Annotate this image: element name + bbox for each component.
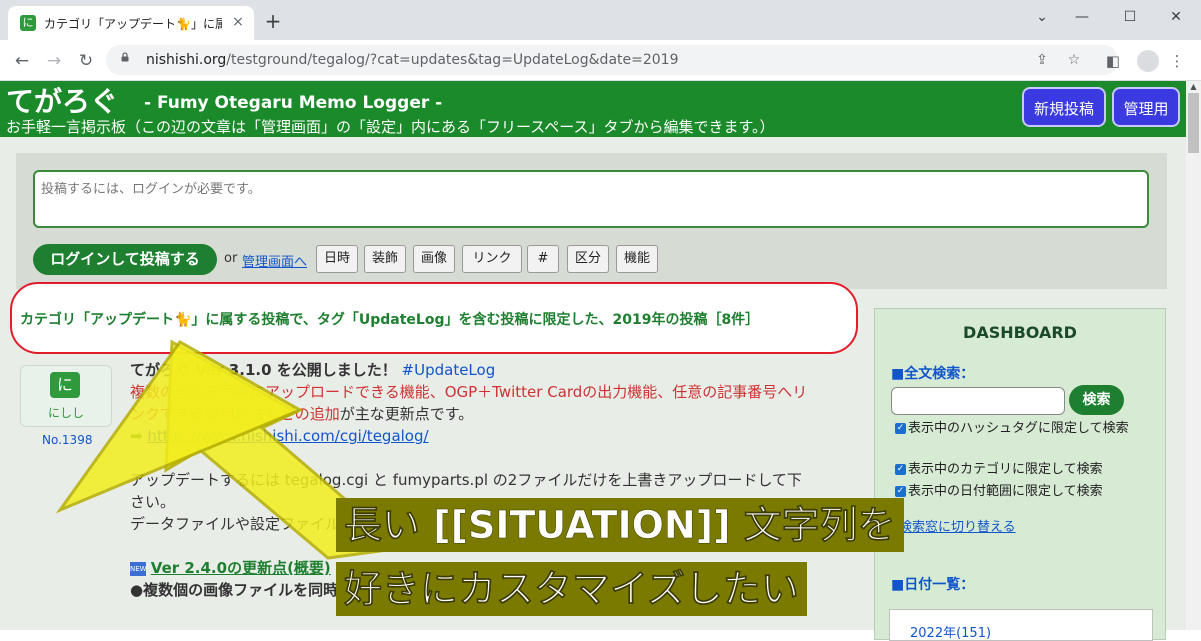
tab-title: カテゴリ「アップデート🐈」に属する投稿 (44, 17, 222, 31)
tool-link-button[interactable]: リンク (462, 245, 522, 273)
side-panel-icon[interactable]: ◧ (1102, 50, 1124, 72)
profile-avatar-icon[interactable] (1137, 50, 1159, 72)
search-label: ■全文検索： (891, 366, 975, 382)
tool-category-button[interactable]: 区分 (567, 245, 609, 273)
tool-image-button[interactable]: 画像 (413, 245, 455, 273)
bookmark-star-icon[interactable]: ☆ (1064, 50, 1084, 70)
callout-line-1: 長い [[SITUATION]] 文字列を (336, 498, 904, 552)
dashboard-title: DASHBOARD (963, 323, 1077, 342)
lock-icon (121, 52, 129, 62)
date-list-label: ■日付一覧： (891, 577, 975, 593)
new-tab-button[interactable]: + (262, 10, 284, 32)
login-to-post-button[interactable]: ログインして投稿する (33, 244, 217, 275)
tool-hashtag-button[interactable]: # (527, 245, 559, 273)
tab-close-icon[interactable]: × (228, 12, 248, 32)
address-bar[interactable]: nishishi.org/testground/tegalog/?cat=upd… (106, 45, 1118, 75)
reload-icon[interactable]: ↻ (74, 49, 98, 73)
close-window-button[interactable]: ✕ (1156, 4, 1196, 30)
browser-toolbar: ← → ↻ nishishi.org/testground/tegalog/?c… (0, 40, 1201, 81)
admin-button[interactable]: 管理用 (1112, 87, 1180, 127)
hashtag-filter-checkbox[interactable]: ✓ 表示中のハッシュタグに限定して検索 (895, 419, 1155, 438)
scroll-thumb[interactable] (1188, 93, 1199, 153)
tab-search-icon[interactable]: ⌄ (1022, 4, 1062, 30)
menu-kebab-icon[interactable]: ⋮ (1166, 50, 1188, 72)
checkbox-checked-icon: ✓ (895, 486, 906, 497)
post-form: 投稿するには、ログインが必要です。 ログインして投稿する or 管理画面へ 日時… (16, 153, 1167, 289)
tegalog-favicon-icon: に (20, 15, 36, 31)
checkbox-checked-icon: ✓ (895, 464, 906, 475)
callout-line-2: 好きにカスタマイズしたい (336, 562, 807, 616)
maximize-button[interactable]: ☐ (1110, 4, 1150, 30)
date-list-item[interactable]: 2022年(151) (910, 622, 991, 641)
date-list: 2022年(151) (889, 609, 1153, 641)
new-post-button[interactable]: 新規投稿 (1022, 87, 1106, 127)
new-badge-icon: NEW (130, 561, 147, 576)
post-textarea[interactable]: 投稿するには、ログインが必要です。 (33, 170, 1149, 228)
date-filter-checkbox[interactable]: ✓ 表示中の日付範囲に限定して検索 (895, 482, 1155, 501)
browser-tab-bar: に カテゴリ「アップデート🐈」に属する投稿 × + ⌄ — ☐ ✕ (0, 0, 1201, 40)
site-subtitle: - Fumy Otegaru Memo Logger - (144, 93, 443, 113)
checkbox-checked-icon: ✓ (895, 423, 906, 434)
url-text: nishishi.org/testground/tegalog/?cat=upd… (146, 52, 679, 68)
browser-tab[interactable]: に カテゴリ「アップデート🐈」に属する投稿 × (8, 6, 254, 40)
scroll-up-arrow-icon[interactable]: ▲ (1188, 82, 1199, 92)
search-button[interactable]: 検索 (1069, 385, 1124, 415)
search-input[interactable] (891, 387, 1065, 415)
tool-function-button[interactable]: 機能 (616, 245, 658, 273)
page-scrollbar[interactable]: ▲ (1186, 81, 1201, 630)
tool-datetime-button[interactable]: 日時 (316, 245, 358, 273)
site-description: お手軽一言掲示板（この辺の文章は「管理画面」の「設定」内にある「フリースペース」… (6, 118, 775, 136)
admin-link[interactable]: 管理画面へ (242, 251, 307, 270)
share-icon[interactable]: ⇪ (1032, 50, 1052, 70)
forward-arrow-icon[interactable]: → (42, 49, 66, 73)
sidebar-dashboard: DASHBOARD ■全文検索： 検索 ✓ 表示中のハッシュタグに限定して検索 ✓… (874, 308, 1166, 641)
back-arrow-icon[interactable]: ← (10, 49, 34, 73)
category-filter-checkbox[interactable]: ✓ 表示中のカテゴリに限定して検索 (895, 460, 1155, 479)
switch-search-link[interactable]: 検索窓に切り替える (899, 516, 1016, 535)
site-title[interactable]: てがろぐ (6, 80, 118, 120)
update-heading-link[interactable]: Ver 2.4.0の更新点(概要) (151, 559, 331, 577)
minimize-button[interactable]: — (1062, 4, 1102, 30)
site-header: てがろぐ - Fumy Otegaru Memo Logger - お手軽一言掲… (0, 81, 1186, 137)
tool-decoration-button[interactable]: 装飾 (364, 245, 406, 273)
or-label: or (224, 251, 238, 266)
